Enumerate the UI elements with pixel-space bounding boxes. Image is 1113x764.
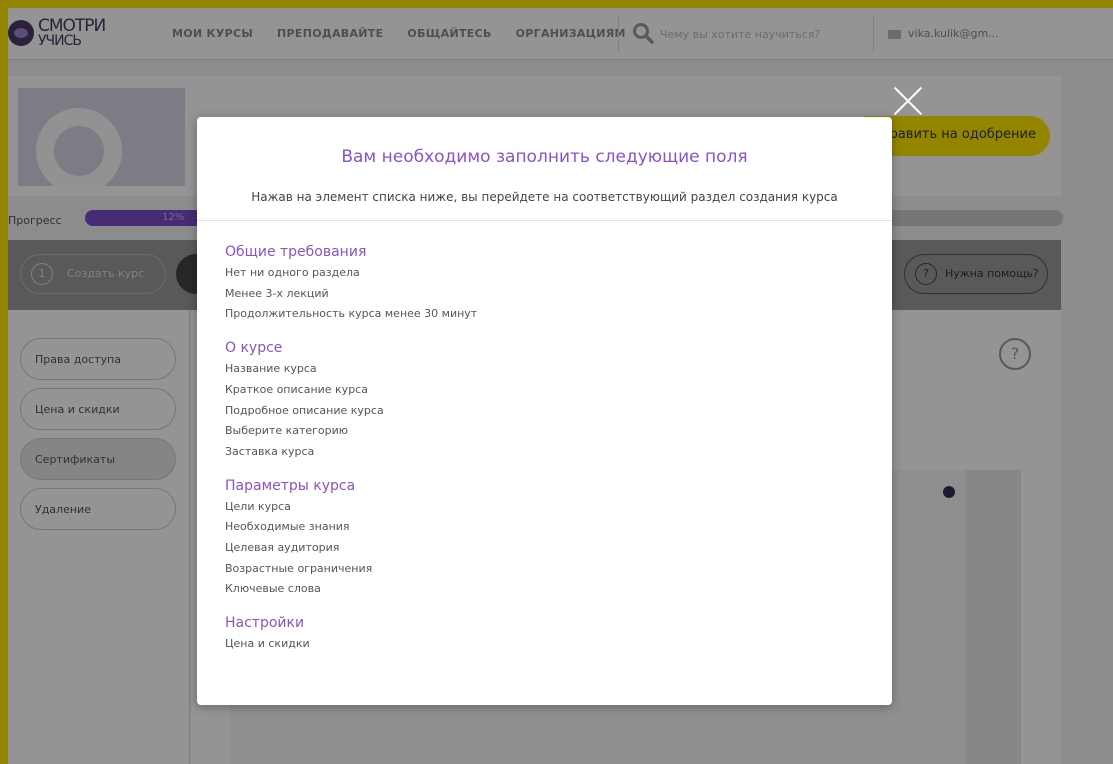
dialog-subtitle: Нажав на элемент списка ниже, вы перейде… <box>251 190 838 204</box>
required-section: Общие требования Нет ни одного раздела Мен… <box>225 241 865 325</box>
required-section: О курсе Название курса Краткое описание ку… <box>225 337 865 463</box>
required-field-link[interactable]: Необходимые знания <box>225 517 865 538</box>
close-icon[interactable] <box>893 86 923 116</box>
required-field-link[interactable]: Цена и скидки <box>225 634 865 655</box>
required-field-link[interactable]: Название курса <box>225 359 865 380</box>
required-field-link[interactable]: Ключевые слова <box>225 579 865 600</box>
section-title: Общие требования <box>225 244 367 260</box>
required-fields-dialog: Вам необходимо заполнить следующие поля … <box>197 117 892 705</box>
required-field-link[interactable]: Цели курса <box>225 497 865 518</box>
required-field-link[interactable]: Целевая аудитория <box>225 538 865 559</box>
section-title: Настройки <box>225 615 305 632</box>
required-field-link[interactable]: Менее 3-х лекций <box>225 284 865 305</box>
required-fields-list: Общие требования Нет ни одного раздела Мен… <box>225 241 865 667</box>
dialog-title: Вам необходимо заполнить следующие поля <box>341 147 748 167</box>
required-field-link[interactable]: Заставка курса <box>225 442 865 463</box>
section-title: О курсе <box>225 340 283 357</box>
dialog-divider <box>197 220 892 221</box>
section-title: Параметры курса <box>225 477 356 494</box>
required-field-link[interactable]: Краткое описание курса <box>225 380 865 401</box>
required-section: Настройки Цена и скидки <box>225 612 865 655</box>
required-field-link[interactable]: Возрастные ограничения <box>225 559 865 580</box>
required-field-link[interactable]: Нет ни одного раздела <box>225 263 865 284</box>
required-field-link[interactable]: Выберите категорию <box>225 421 865 442</box>
required-section: Параметры курса Цели курса Необходимые зна… <box>225 475 865 601</box>
required-field-link[interactable]: Подробное описание курса <box>225 401 865 422</box>
required-field-link[interactable]: Продолжительность курса менее 30 минут <box>225 304 865 325</box>
